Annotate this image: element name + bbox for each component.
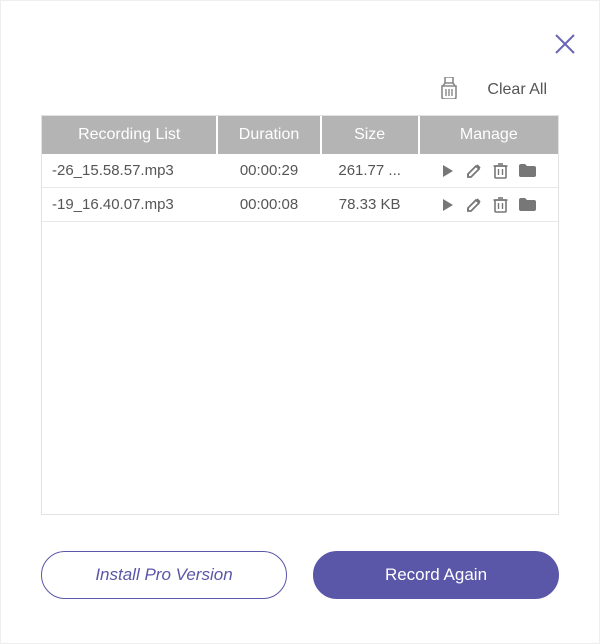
brush-icon[interactable] — [439, 77, 459, 103]
record-again-button[interactable]: Record Again — [313, 551, 559, 599]
delete-icon[interactable] — [493, 196, 508, 213]
play-icon[interactable] — [440, 163, 456, 179]
folder-icon[interactable] — [518, 197, 536, 212]
cell-name: -26_15.58.57.mp3 — [42, 154, 217, 188]
edit-icon[interactable] — [466, 196, 483, 213]
table-row: -19_16.40.07.mp3 00:00:08 78.33 KB — [42, 188, 558, 222]
col-header-name: Recording List — [42, 116, 217, 154]
delete-icon[interactable] — [493, 162, 508, 179]
col-header-size: Size — [321, 116, 419, 154]
edit-icon[interactable] — [466, 162, 483, 179]
col-header-manage: Manage — [419, 116, 558, 154]
table-row: -26_15.58.57.mp3 00:00:29 261.77 ... — [42, 154, 558, 188]
install-pro-button[interactable]: Install Pro Version — [41, 551, 287, 599]
folder-icon[interactable] — [518, 163, 536, 178]
cell-size: 78.33 KB — [321, 188, 419, 222]
cell-size: 261.77 ... — [321, 154, 419, 188]
clear-all-button[interactable]: Clear All — [487, 81, 547, 99]
close-icon[interactable] — [551, 30, 579, 58]
play-icon[interactable] — [440, 197, 456, 213]
col-header-duration: Duration — [217, 116, 320, 154]
cell-duration: 00:00:29 — [217, 154, 320, 188]
recording-table: Recording List Duration Size Manage -26_… — [41, 115, 559, 515]
cell-name: -19_16.40.07.mp3 — [42, 188, 217, 222]
cell-duration: 00:00:08 — [217, 188, 320, 222]
